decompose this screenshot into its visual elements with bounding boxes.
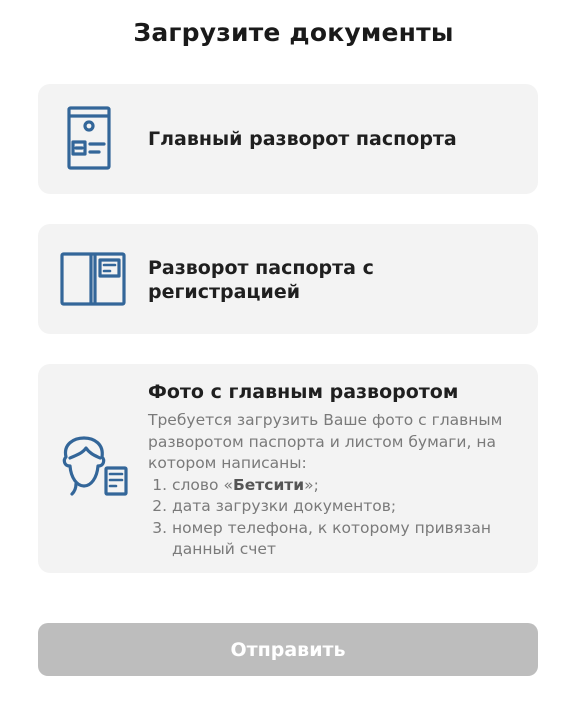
requirements-list: слово «Бетсити»; дата загрузки документо… bbox=[148, 475, 518, 561]
passport-main-page-icon bbox=[67, 106, 111, 170]
list-item: дата загрузки документов; bbox=[172, 496, 518, 518]
upload-card-selfie[interactable]: Фото с главным разворотом Требуется загр… bbox=[38, 364, 538, 573]
card-title: Главный разворот паспорта bbox=[148, 128, 457, 150]
card-title: Разворот паспорта с регистрацией bbox=[148, 257, 374, 303]
card-title: Фото с главным разворотом bbox=[148, 381, 459, 403]
requirements-intro: Требуется загрузить Ваше фото с главным … bbox=[148, 411, 503, 472]
upload-card-registration[interactable]: Разворот паспорта с регистрацией bbox=[38, 224, 538, 334]
page-title: Загрузите документы bbox=[133, 18, 454, 47]
list-item: номер телефона, к которому привязан данн… bbox=[172, 518, 518, 561]
brand-word: Бетсити bbox=[232, 475, 305, 494]
card-description: Требуется загрузить Ваше фото с главным … bbox=[148, 410, 518, 561]
submit-button[interactable]: Отправить bbox=[38, 623, 538, 676]
upload-card-main-page[interactable]: Главный разворот паспорта bbox=[38, 84, 538, 194]
passport-registration-spread-icon bbox=[60, 252, 126, 306]
upload-documents-page: Загрузите документы Главный разворот пас… bbox=[0, 0, 587, 701]
list-item: слово «Бетсити»; bbox=[172, 475, 518, 497]
person-with-document-icon bbox=[62, 436, 128, 496]
